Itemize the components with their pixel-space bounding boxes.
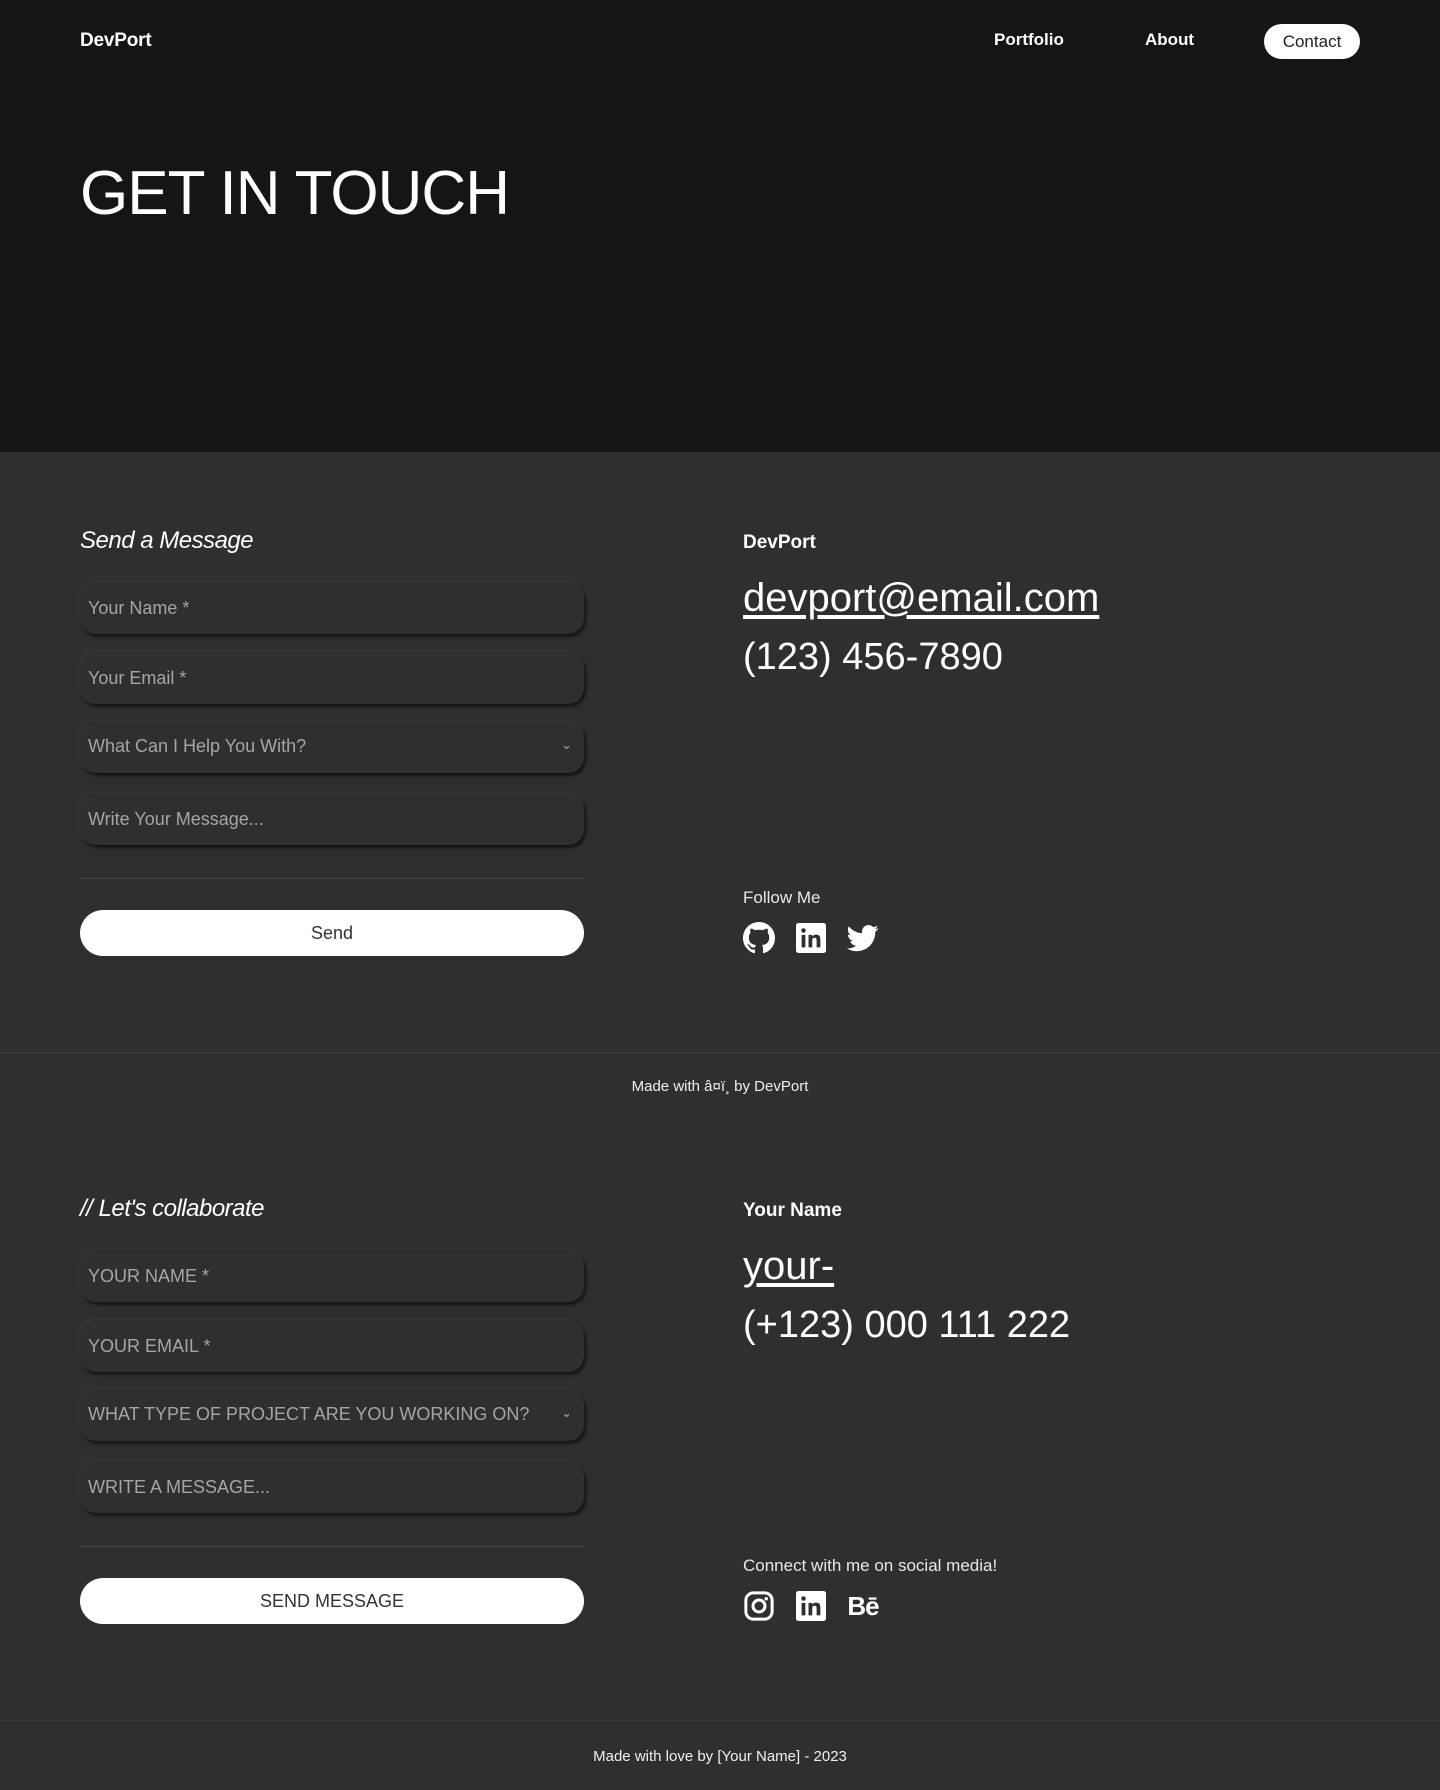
project-type-select[interactable]: WHAT TYPE OF PROJECT ARE YOU WORKING ON?…: [80, 1389, 584, 1441]
name-input[interactable]: [80, 582, 584, 634]
contact-email-link[interactable]: devport@email.com: [743, 576, 1099, 621]
message-input[interactable]: [80, 793, 584, 845]
nav-brand[interactable]: DevPort: [80, 30, 152, 52]
contact-section-1: Send a Message What Can I Help You With?…: [0, 452, 1440, 1095]
follow-label: Follow Me: [743, 888, 821, 907]
contact-phone: (+123) 000 111 222: [743, 1304, 1071, 1346]
contact-name: DevPort: [743, 532, 816, 553]
form-heading: Send a Message: [80, 527, 254, 554]
name-field[interactable]: [80, 1250, 584, 1302]
behance-icon[interactable]: Bē: [845, 1590, 881, 1622]
footer-divider: [0, 1052, 1440, 1053]
message-field[interactable]: [80, 1461, 584, 1513]
footer-text: Made with â¤ï¸ by DevPort: [631, 1078, 809, 1095]
page-title: GET IN TOUCH: [80, 159, 510, 228]
email-field[interactable]: [80, 1320, 584, 1372]
contact-phone: (123) 456-7890: [743, 636, 1003, 678]
project-type-select-value: WHAT TYPE OF PROJECT ARE YOU WORKING ON?: [88, 1404, 530, 1424]
name-input[interactable]: [80, 1250, 584, 1302]
send-button[interactable]: Send: [80, 910, 584, 956]
hero-header: DevPort Portfolio About Contact GET IN T…: [0, 0, 1440, 452]
instagram-icon[interactable]: [743, 1590, 775, 1622]
help-select[interactable]: What Can I Help You With? ⌄: [80, 721, 584, 773]
contact-name: Your Name: [743, 1200, 842, 1221]
email-input[interactable]: [80, 652, 584, 704]
form-divider: [80, 1546, 584, 1547]
send-message-button[interactable]: SEND MESSAGE: [80, 1578, 584, 1624]
email-input[interactable]: [80, 1320, 584, 1372]
nav-link-portfolio[interactable]: Portfolio: [994, 30, 1064, 50]
form-heading: // Let's collaborate: [80, 1195, 265, 1222]
help-select-value: What Can I Help You With?: [88, 736, 307, 756]
nav-link-about[interactable]: About: [1145, 30, 1194, 50]
github-icon[interactable]: [743, 922, 775, 954]
footer-text: Made with love by [Your Name] - 2023: [593, 1748, 847, 1765]
contact-email-link[interactable]: your-: [743, 1244, 834, 1289]
footer-divider: [0, 1720, 1440, 1721]
message-input[interactable]: [80, 1461, 584, 1513]
form-divider: [80, 878, 584, 879]
nav-contact-button[interactable]: Contact: [1264, 24, 1360, 59]
linkedin-icon[interactable]: [795, 922, 827, 954]
chevron-down-icon: ⌄: [561, 1405, 572, 1420]
linkedin-icon[interactable]: [795, 1590, 827, 1622]
social-label: Connect with me on social media!: [743, 1556, 998, 1575]
chevron-down-icon: ⌄: [561, 737, 572, 752]
twitter-icon[interactable]: [847, 922, 879, 954]
email-field[interactable]: [80, 652, 584, 704]
name-field[interactable]: [80, 582, 584, 634]
contact-section-2: // Let's collaborate WHAT TYPE OF PROJEC…: [0, 1120, 1440, 1765]
message-field[interactable]: [80, 793, 584, 845]
